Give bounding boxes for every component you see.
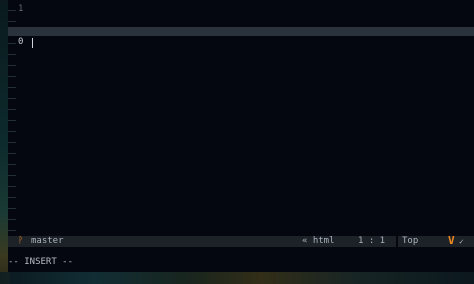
editor-line[interactable]: 1 (8, 3, 474, 16)
branch-name: master (31, 236, 64, 246)
wallpaper-bottom (0, 272, 474, 284)
statusline: ᚹ master « html 1 : 1 Top V ✓ (8, 234, 474, 247)
statusline-separator (396, 236, 398, 247)
line-number-current: 0 (18, 37, 24, 47)
vim-logo-icon: V (448, 234, 455, 247)
text-cursor (32, 38, 33, 48)
mode-indicator: -- INSERT -- (8, 257, 74, 267)
editor-line-current[interactable]: 0 (8, 36, 474, 49)
git-branch-icon: ᚹ (18, 236, 24, 246)
cursor-line-highlight (8, 27, 474, 36)
cursor-position: 1 : 1 (358, 236, 386, 246)
filetype-indicator: « html (302, 236, 335, 246)
desktop: ········· 1 0 ᚹ master « html 1 : 1 Top … (0, 0, 474, 284)
check-icon: ✓ (459, 237, 464, 246)
terminal-window[interactable]: ········· 1 0 ᚹ master « html 1 : 1 Top … (8, 0, 474, 272)
line-number: 1 (18, 4, 24, 14)
scroll-position: Top (402, 236, 419, 246)
